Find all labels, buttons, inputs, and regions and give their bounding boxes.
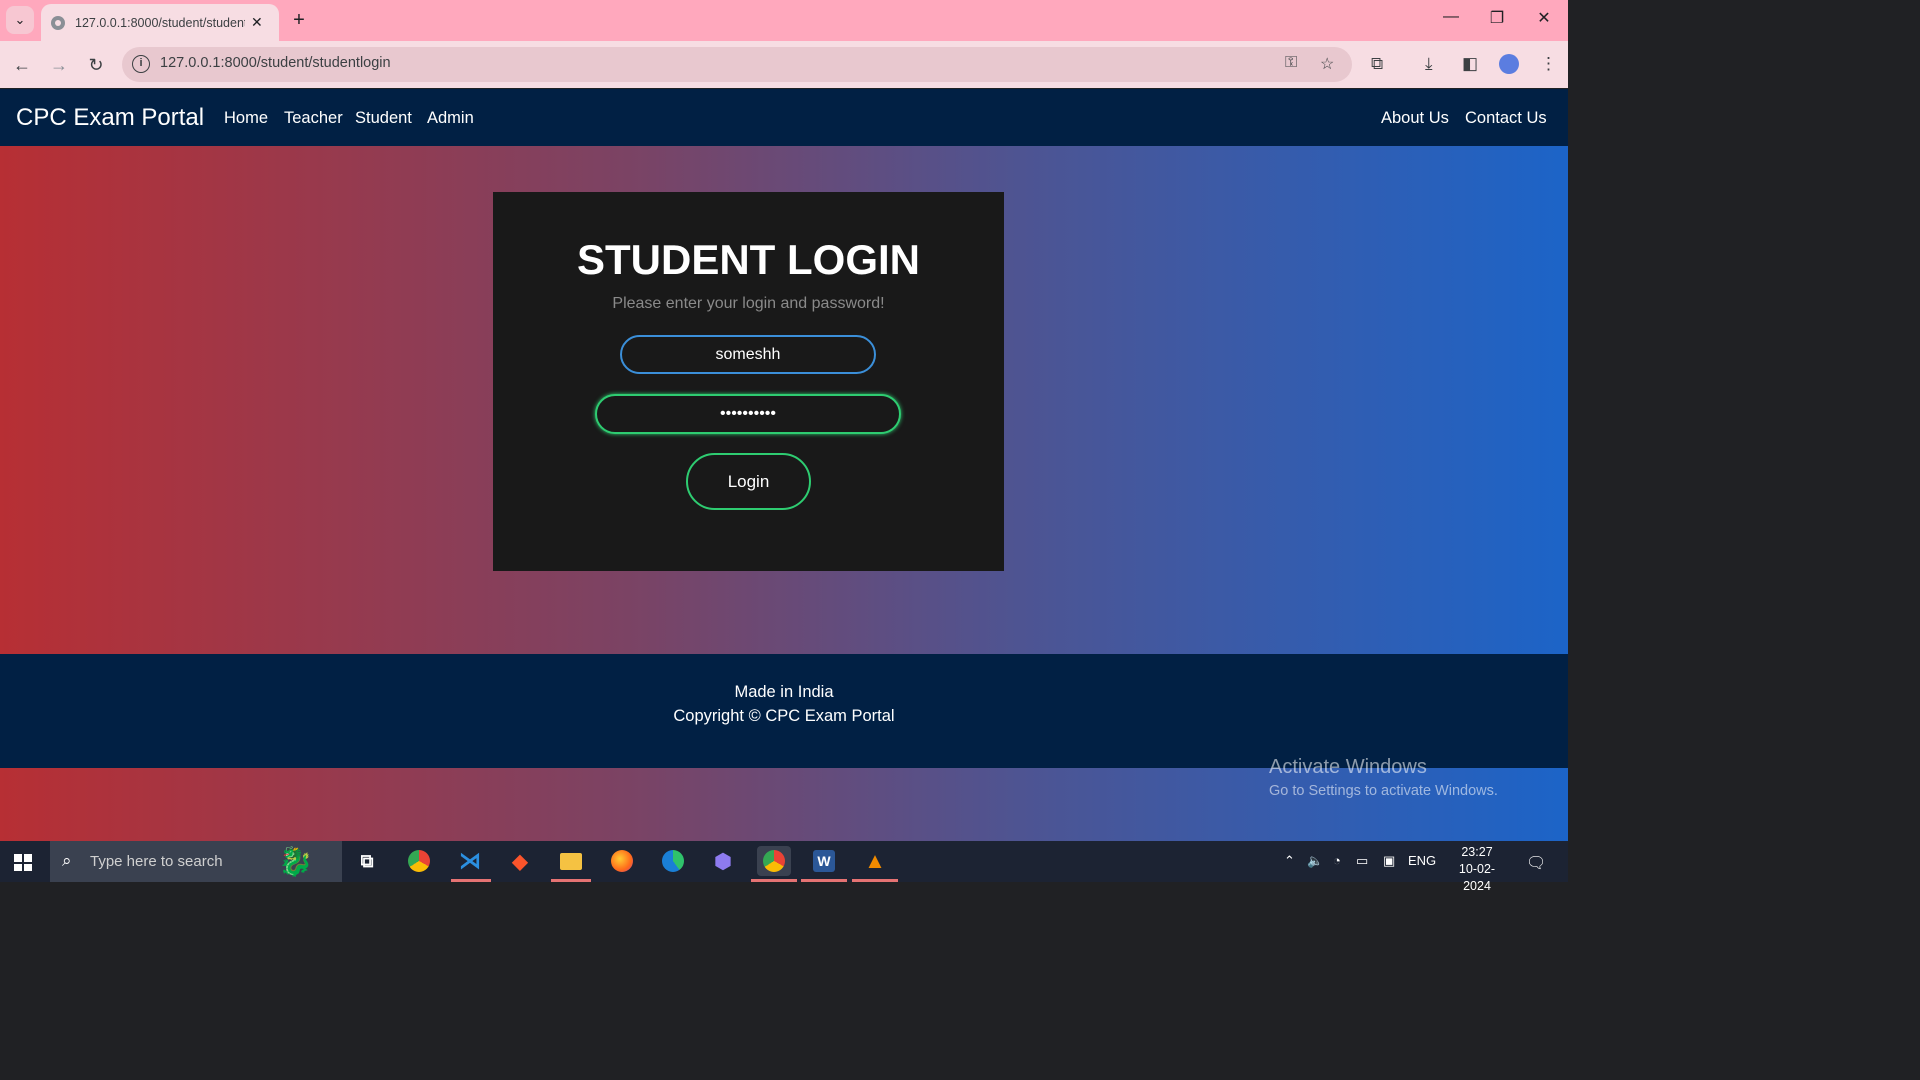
chrome-icon[interactable] [402,846,436,876]
extensions-icon[interactable]: ⧉ [1371,54,1383,74]
vlc-active-indicator [852,879,898,882]
word-active-indicator [801,879,847,882]
chrome-profile-icon[interactable] [757,846,791,876]
url-text[interactable]: 127.0.0.1:8000/student/studentlogin [160,55,391,71]
wifi-icon[interactable]: ◔ [1333,853,1341,868]
nav-home[interactable]: Home [224,109,268,128]
nav-admin[interactable]: Admin [427,109,474,128]
username-input[interactable] [620,335,876,374]
clock-date: 10-02-2024 [1458,862,1496,893]
brave-icon[interactable]: ◆ [503,846,537,876]
browser-tab[interactable]: 127.0.0.1:8000/student/studentl ✕ [41,4,279,41]
login-subtitle: Please enter your login and password! [612,295,885,312]
back-arrow-icon[interactable]: ← [10,53,34,77]
tab-close-icon[interactable]: ✕ [251,14,263,31]
site-navbar: CPC Exam Portal Home Teacher Student Adm… [0,89,1568,146]
tray-chevron-icon[interactable]: ⌃ [1284,853,1295,869]
forward-arrow-icon[interactable]: → [47,53,71,77]
clock-time: 23:27 [1461,845,1493,859]
activate-windows-subtitle: Go to Settings to activate Windows. [1269,783,1498,799]
footer-made-in: Made in India [734,683,834,701]
password-key-icon[interactable]: ⚿ [1285,54,1297,72]
password-input[interactable] [595,394,901,434]
reload-icon[interactable]: ↻ [84,53,108,77]
chrome-active-indicator [751,879,797,882]
taskbar-search-placeholder[interactable]: Type here to search [90,853,223,870]
nav-student[interactable]: Student [355,109,412,128]
globe-icon [51,15,65,30]
site-footer: Made in India Copyright © CPC Exam Porta… [0,654,1568,768]
side-panel-icon[interactable]: ◧ [1462,54,1478,74]
new-tab-button[interactable]: + [288,8,310,32]
windows-start-icon[interactable] [14,854,32,871]
login-card: STUDENT LOGIN Please enter your login an… [493,192,1004,571]
battery-icon[interactable]: ▭ [1356,853,1368,869]
taskbar-clock[interactable]: 23:27 10-02-2024 [1446,844,1508,895]
download-icon[interactable]: ⤓ [1425,54,1433,74]
firefox-icon[interactable] [605,846,639,876]
word-icon[interactable]: W [807,846,841,876]
tab-title: 127.0.0.1:8000/student/studentl [75,15,245,30]
brand-link[interactable]: CPC Exam Portal [16,104,204,132]
search-icon: ⌕ [62,851,72,870]
page-content: CPC Exam Portal Home Teacher Student Adm… [0,89,1568,841]
taskbar-search[interactable]: ⌕ Type here to search 🐉 [50,841,342,882]
task-view-icon[interactable]: ⧉ [350,846,384,876]
browser-toolbar: ← → ↻ i 127.0.0.1:8000/student/studentlo… [0,41,1568,88]
activate-windows-title: Activate Windows [1269,756,1427,778]
profile-avatar[interactable] [1499,54,1519,74]
vscode-icon[interactable]: ⋊ [453,846,487,876]
copilot-icon[interactable]: ⬢ [706,846,740,876]
bookmark-star-icon[interactable]: ☆ [1320,54,1334,74]
search-highlight-dragon-icon: 🐉 [278,846,313,877]
file-explorer-icon[interactable] [554,846,588,876]
windows-taskbar: ⌕ Type here to search 🐉 ⧉ ⋊ ◆ ⬢ W ▲ ⌃ 🔈 … [0,841,1568,893]
tab-search-chevron-icon[interactable]: ⌄ [6,6,34,34]
nav-contact-us[interactable]: Contact Us [1465,109,1547,128]
notification-icon[interactable]: 🗨 [1526,853,1546,873]
explorer-active-indicator [551,879,591,882]
login-button[interactable]: Login [686,453,811,510]
language-indicator[interactable]: ENG [1408,853,1436,868]
vscode-active-indicator [451,879,491,882]
footer-copyright: Copyright © CPC Exam Portal [673,707,895,725]
minimize-icon[interactable]: — [1436,8,1466,26]
browser-tab-bar: ⌄ 127.0.0.1:8000/student/studentl ✕ + — … [0,0,1568,41]
site-info-icon[interactable]: i [132,55,150,73]
edge-icon[interactable] [656,846,690,876]
close-window-icon[interactable]: ✕ [1529,8,1559,28]
address-bar[interactable]: i 127.0.0.1:8000/student/studentlogin ⚿ … [122,47,1352,82]
restore-icon[interactable]: ❐ [1482,8,1512,28]
meet-now-icon[interactable]: ▣ [1383,853,1395,869]
menu-kebab-icon[interactable]: ⋮ [1540,54,1557,74]
nav-about-us[interactable]: About Us [1381,109,1449,128]
volume-icon[interactable]: 🔈 [1307,853,1323,869]
nav-teacher[interactable]: Teacher [284,109,343,128]
vlc-icon[interactable]: ▲ [858,846,892,876]
login-title: STUDENT LOGIN [577,236,920,283]
